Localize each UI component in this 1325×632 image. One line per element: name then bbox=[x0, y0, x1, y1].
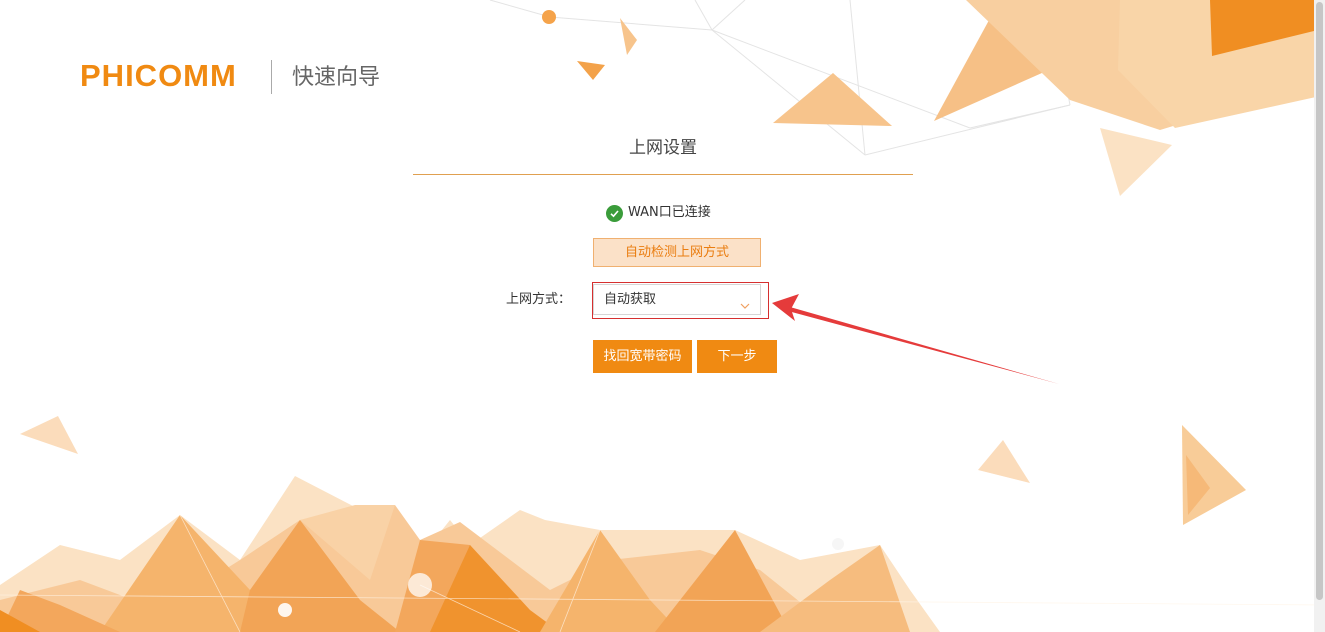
chevron-down-icon bbox=[740, 295, 750, 314]
page-title: 上网设置 bbox=[629, 138, 697, 158]
check-circle-icon bbox=[606, 204, 623, 222]
connection-mode-label: 上网方式： bbox=[506, 292, 572, 307]
phicomm-logo: PHICOMM bbox=[80, 58, 237, 93]
decorative-triangle-background bbox=[0, 0, 1325, 632]
recover-password-button[interactable]: 找回宽带密码 bbox=[593, 340, 692, 373]
vertical-scrollbar[interactable] bbox=[1314, 0, 1325, 632]
connection-mode-select[interactable]: 自动获取 bbox=[593, 284, 761, 315]
connection-mode-value: 自动获取 bbox=[604, 292, 657, 307]
wan-status-text: WAN口已连接 bbox=[628, 205, 711, 220]
wan-status: WAN口已连接 bbox=[606, 204, 711, 222]
logo-divider bbox=[271, 60, 272, 94]
quick-guide-title: 快速向导 bbox=[292, 65, 381, 90]
auto-detect-button[interactable]: 自动检测上网方式 bbox=[593, 238, 761, 267]
next-button[interactable]: 下一步 bbox=[697, 340, 777, 373]
scrollbar-thumb[interactable] bbox=[1316, 2, 1323, 600]
title-underline bbox=[413, 174, 913, 175]
